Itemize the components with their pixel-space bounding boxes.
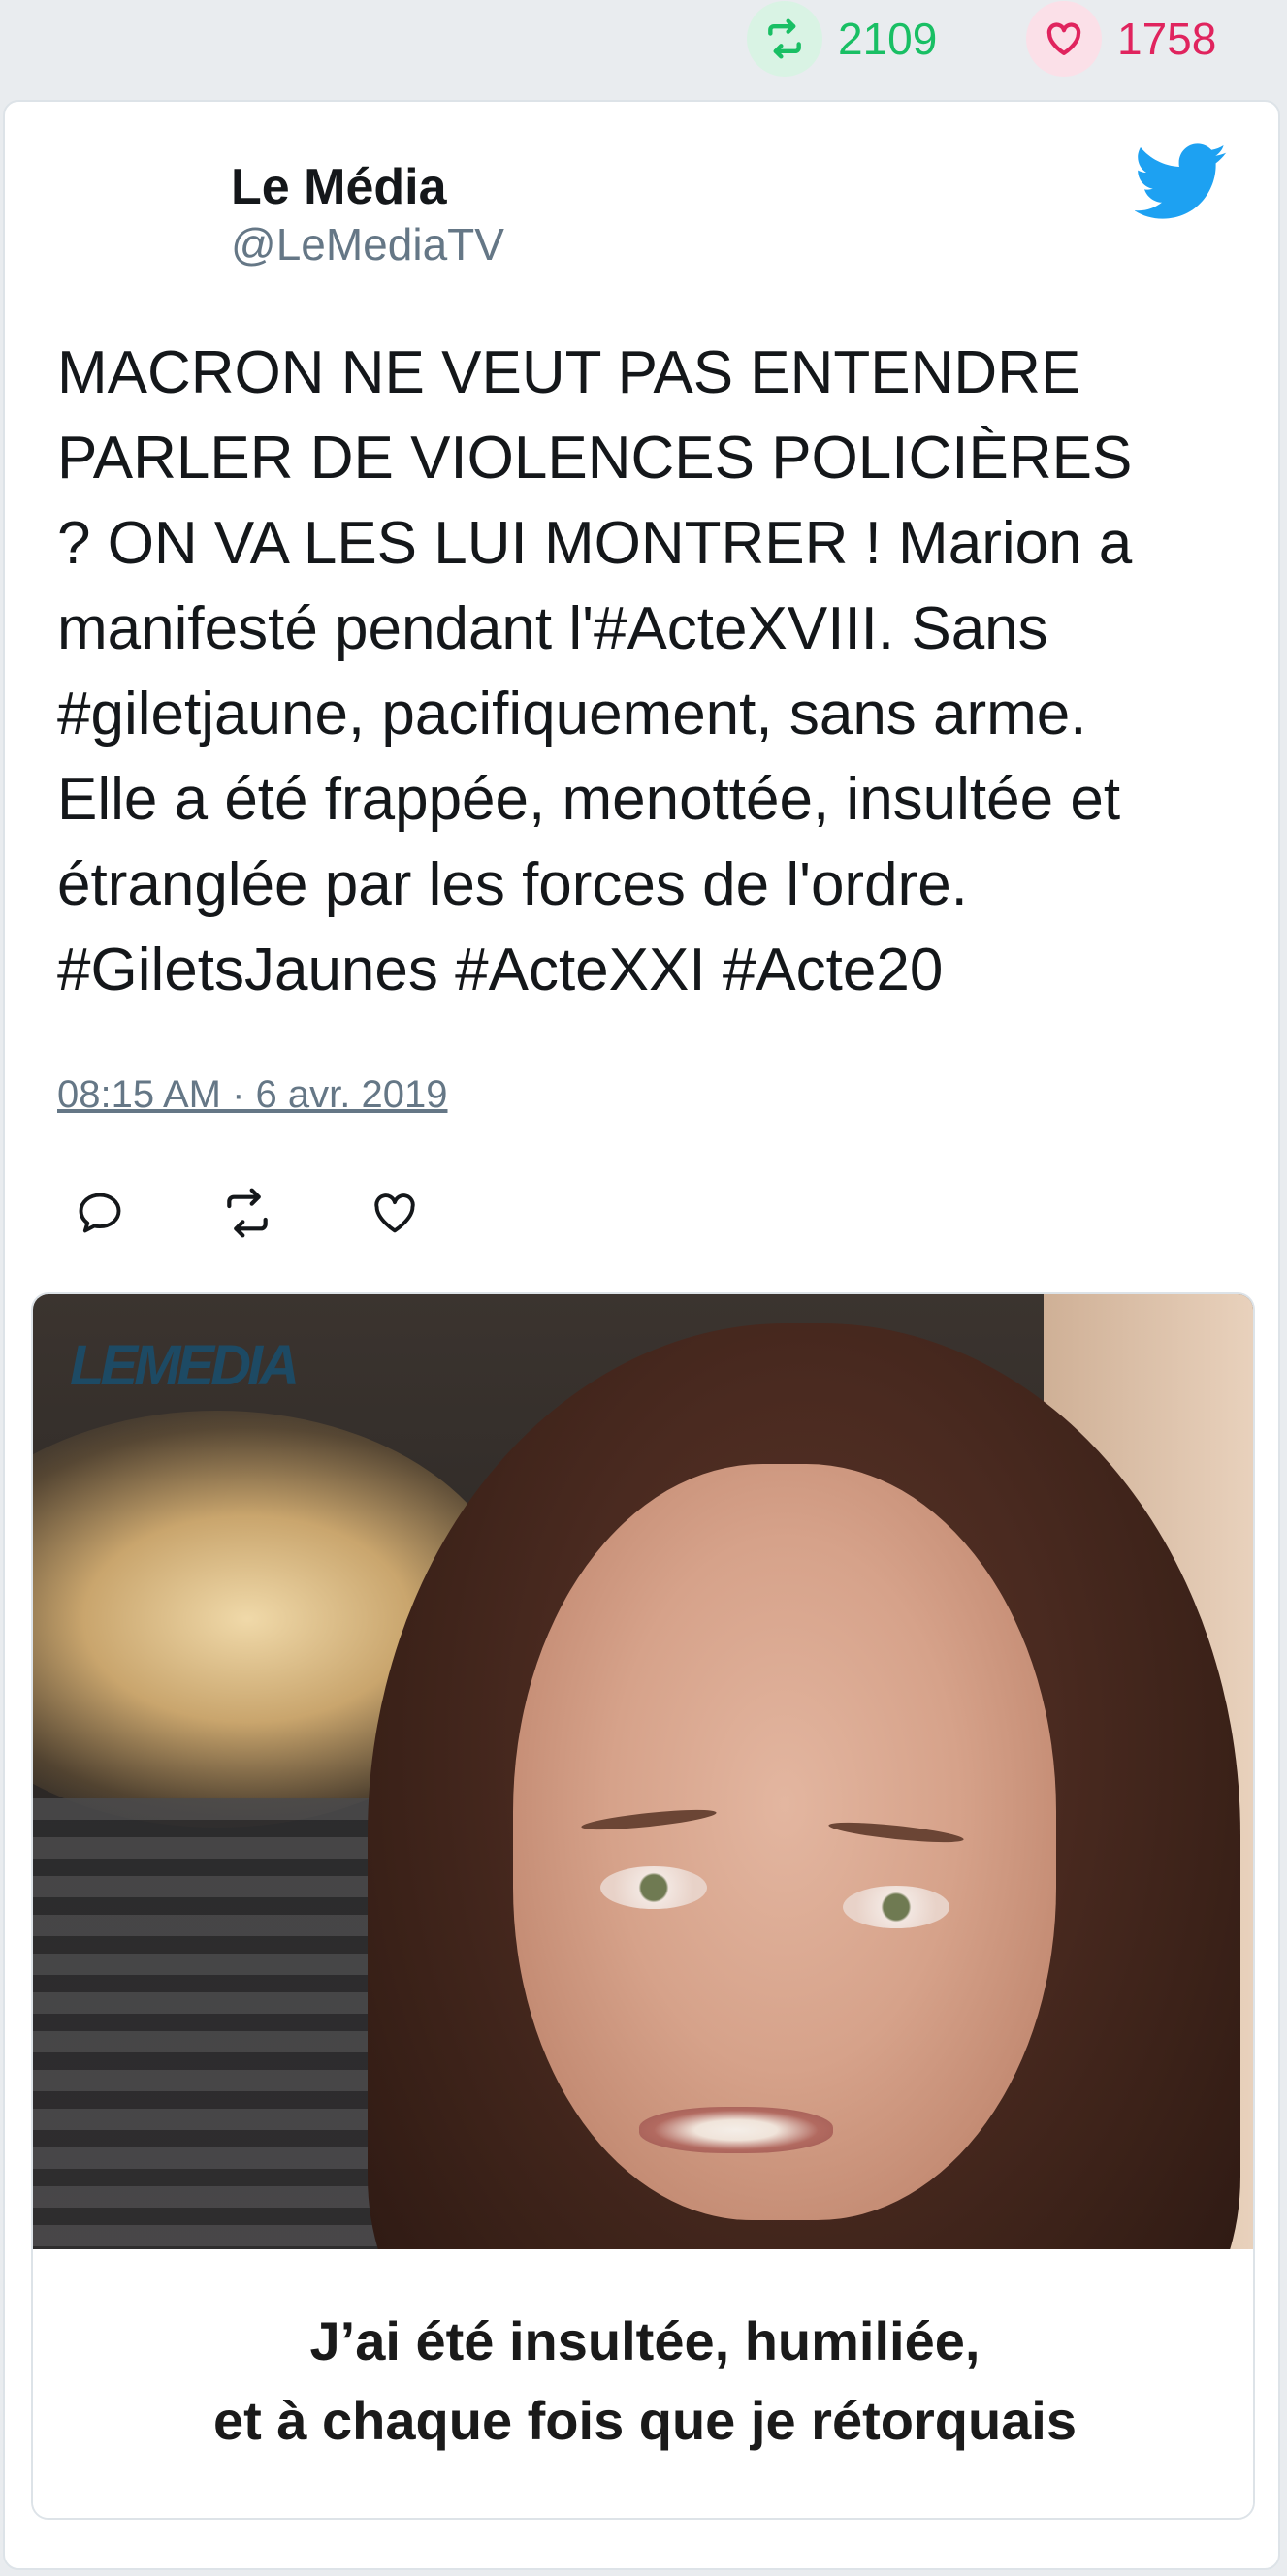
retweet-icon[interactable] xyxy=(220,1186,274,1240)
photo-mouth xyxy=(639,2107,833,2153)
reply-icon[interactable] xyxy=(73,1186,127,1240)
tweet-card: Le Média @LeMediaTV MACRON NE VEUT PAS E… xyxy=(3,100,1280,2570)
tweet-media[interactable]: LEMEDIA J’ai été insultée, humiliée, et … xyxy=(31,1292,1255,2520)
heart-stat-icon xyxy=(1026,1,1102,77)
lemedia-watermark-logo: LEMEDIA xyxy=(70,1334,300,1397)
media-caption: J’ai été insultée, humiliée, et à chaque… xyxy=(33,2249,1253,2518)
avatar[interactable] xyxy=(61,146,158,243)
author-name[interactable]: Le Média xyxy=(231,158,447,216)
tweet-actions xyxy=(73,1186,422,1240)
tweet-timestamp[interactable]: 08:15 AM · 6 avr. 2019 xyxy=(57,1073,447,1117)
author-handle[interactable]: @LeMediaTV xyxy=(231,218,504,270)
retweet-stat[interactable]: 2109 xyxy=(747,1,938,77)
like-stat[interactable]: 1758 xyxy=(1026,1,1217,77)
tweet-text: MACRON NE VEUT PAS ENTENDRE PARLER DE VI… xyxy=(57,339,1133,1003)
heart-icon[interactable] xyxy=(368,1186,422,1240)
video-still-image: LEMEDIA xyxy=(33,1294,1253,2249)
twitter-bird-icon[interactable] xyxy=(1135,143,1228,222)
photo-face xyxy=(513,1464,1056,2220)
like-count: 1758 xyxy=(1117,14,1217,64)
tweet-stats-bar: 2109 1758 xyxy=(0,0,1287,97)
retweet-count: 2109 xyxy=(838,14,938,64)
photo-eye xyxy=(600,1866,707,1909)
media-caption-text: J’ai été insultée, humiliée, et à chaque… xyxy=(212,2309,1077,2451)
photo-eye xyxy=(843,1886,949,1928)
retweet-stat-icon xyxy=(747,1,822,77)
